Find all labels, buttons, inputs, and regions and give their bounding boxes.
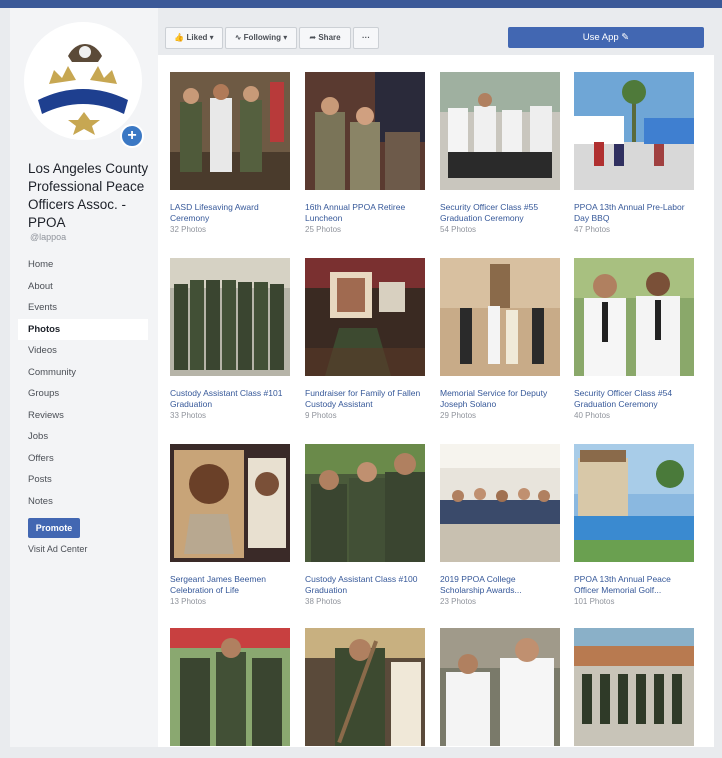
album-title[interactable]: Custody Assistant Class #101 Graduation xyxy=(170,388,292,410)
use-app-label: Use App xyxy=(582,32,619,43)
album-card[interactable]: Memorial Service for Deputy Joseph Solan… xyxy=(440,258,562,420)
album-count: 9 Photos xyxy=(305,411,337,420)
pencil-icon: ✎ xyxy=(621,32,630,43)
album-count: 101 Photos xyxy=(574,597,615,606)
album-card[interactable]: 2019 PPOA College Scholarship Awards... … xyxy=(440,444,562,606)
sidebar-item-photos[interactable]: Photos xyxy=(18,318,148,340)
add-photo-icon[interactable]: + xyxy=(120,124,144,148)
liked-label: Liked xyxy=(186,33,208,42)
sidebar-nav: Home About Events Photos Videos Communit… xyxy=(18,254,148,512)
album-cover-golf[interactable] xyxy=(574,444,694,562)
sidebar-item-posts[interactable]: Posts xyxy=(18,469,148,491)
ppoa-logo xyxy=(24,22,142,140)
promote-button[interactable]: Promote xyxy=(28,518,80,538)
album-title[interactable]: Security Officer Class #54 Graduation Ce… xyxy=(574,388,696,410)
album-title[interactable]: Fundraiser for Family of Fallen Custody … xyxy=(305,388,427,410)
sidebar-item-community[interactable]: Community xyxy=(18,362,148,384)
album-count: 13 Photos xyxy=(170,597,207,606)
top-bar xyxy=(0,0,722,8)
album-card[interactable]: Security Officer Class #54 Graduation Ce… xyxy=(574,258,696,420)
album-cover-fundraiser[interactable] xyxy=(305,258,425,376)
album-card[interactable] xyxy=(170,628,292,758)
album-cover-salute[interactable] xyxy=(170,628,290,746)
album-count: 25 Photos xyxy=(305,225,342,234)
album-cover-formation[interactable] xyxy=(574,628,694,746)
album-title[interactable]: LASD Lifesaving Award Ceremony xyxy=(170,202,292,224)
album-title[interactable]: Custody Assistant Class #100 Graduation xyxy=(305,574,427,596)
album-card[interactable]: Custody Assistant Class #101 Graduation … xyxy=(170,258,292,420)
album-cover-security-54[interactable] xyxy=(574,258,694,376)
album-cover-custody-101[interactable] xyxy=(170,258,290,376)
album-title[interactable]: 16th Annual PPOA Retiree Luncheon xyxy=(305,202,427,224)
album-title[interactable]: Security Officer Class #55 Graduation Ce… xyxy=(440,202,562,224)
album-card[interactable]: LASD Lifesaving Award Ceremony 32 Photos xyxy=(170,72,292,234)
following-label: Following xyxy=(243,33,281,42)
album-title[interactable]: PPOA 13th Annual Peace Officer Memorial … xyxy=(574,574,696,596)
album-card[interactable]: Security Officer Class #55 Graduation Ce… xyxy=(440,72,562,234)
album-title[interactable]: Memorial Service for Deputy Joseph Solan… xyxy=(440,388,562,410)
album-count: 29 Photos xyxy=(440,411,477,420)
album-cover-security-55[interactable] xyxy=(440,72,560,190)
sidebar-item-notes[interactable]: Notes xyxy=(18,491,148,513)
album-cover-honor-guard[interactable] xyxy=(305,628,425,746)
page-title: Los Angeles County Professional Peace Of… xyxy=(28,161,149,230)
album-count: 47 Photos xyxy=(574,225,611,234)
album-cover-lasd-lifesaving[interactable] xyxy=(170,72,290,190)
share-icon: ➦ xyxy=(309,33,317,42)
rss-icon: ∿ xyxy=(234,33,242,42)
album-card[interactable]: PPOA 13th Annual Pre-Labor Day BBQ 47 Ph… xyxy=(574,72,696,234)
sidebar-item-jobs[interactable]: Jobs xyxy=(18,426,148,448)
album-count: 54 Photos xyxy=(440,225,477,234)
album-card[interactable]: Custody Assistant Class #100 Graduation … xyxy=(305,444,427,606)
album-cover-officers-white[interactable] xyxy=(440,628,560,746)
sidebar-item-reviews[interactable]: Reviews xyxy=(18,405,148,427)
share-label: Share xyxy=(318,33,341,42)
album-card[interactable]: Fundraiser for Family of Fallen Custody … xyxy=(305,258,427,420)
sidebar-item-groups[interactable]: Groups xyxy=(18,383,148,405)
share-button[interactable]: ➦ Share xyxy=(299,27,351,49)
album-card[interactable]: 16th Annual PPOA Retiree Luncheon 25 Pho… xyxy=(305,72,427,234)
album-count: 32 Photos xyxy=(170,225,207,234)
album-title[interactable]: PPOA 13th Annual Pre-Labor Day BBQ xyxy=(574,202,696,224)
sidebar-item-home[interactable]: Home xyxy=(18,254,148,276)
sidebar-item-videos[interactable]: Videos xyxy=(18,340,148,362)
more-button[interactable]: ··· xyxy=(353,27,379,49)
use-app-button[interactable]: Use App ✎ xyxy=(508,27,704,48)
album-card[interactable] xyxy=(574,628,696,758)
chevron-down-icon: ▾ xyxy=(283,33,288,42)
album-title[interactable]: 2019 PPOA College Scholarship Awards... xyxy=(440,574,562,596)
sidebar-item-events[interactable]: Events xyxy=(18,297,148,319)
following-button[interactable]: ∿ Following ▾ xyxy=(225,27,297,49)
album-count: 40 Photos xyxy=(574,411,611,420)
album-card[interactable]: Sergeant James Beemen Celebration of Lif… xyxy=(170,444,292,606)
album-cover-custody-100[interactable] xyxy=(305,444,425,562)
album-card[interactable] xyxy=(305,628,427,758)
thumbs-up-icon: 👍 xyxy=(174,33,185,42)
sidebar-item-about[interactable]: About xyxy=(18,276,148,298)
album-cover-bbq[interactable] xyxy=(574,72,694,190)
album-card[interactable] xyxy=(440,628,562,758)
album-cover-beemen[interactable] xyxy=(170,444,290,562)
album-cover-scholarship[interactable] xyxy=(440,444,560,562)
album-count: 23 Photos xyxy=(440,597,477,606)
liked-button[interactable]: 👍 Liked ▾ xyxy=(165,27,223,49)
album-cover-retiree-luncheon[interactable] xyxy=(305,72,425,190)
visit-ad-center-link[interactable]: Visit Ad Center xyxy=(28,544,87,554)
album-count: 33 Photos xyxy=(170,411,207,420)
album-title[interactable]: Sergeant James Beemen Celebration of Lif… xyxy=(170,574,292,596)
page-avatar[interactable] xyxy=(24,22,142,140)
page-handle: @lappoa xyxy=(30,232,67,242)
chevron-down-icon: ▾ xyxy=(209,33,214,42)
album-card[interactable]: PPOA 13th Annual Peace Officer Memorial … xyxy=(574,444,696,606)
album-count: 38 Photos xyxy=(305,597,342,606)
album-cover-memorial-service[interactable] xyxy=(440,258,560,376)
sidebar-item-offers[interactable]: Offers xyxy=(18,448,148,470)
